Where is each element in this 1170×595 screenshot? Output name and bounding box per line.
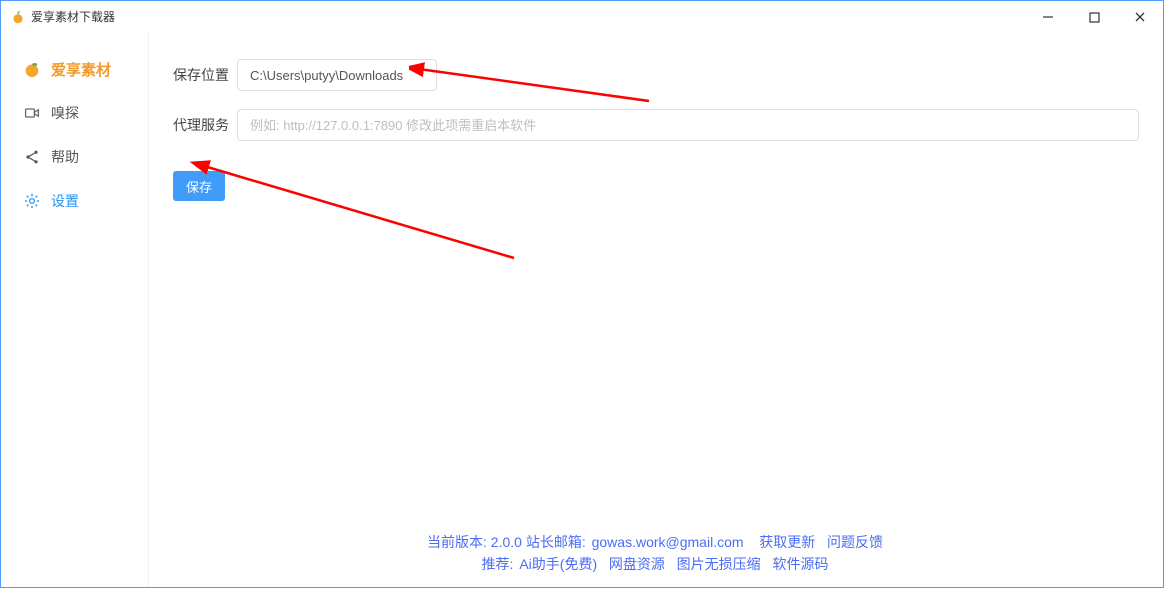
sidebar-item-label: 设置 [51, 191, 79, 211]
share-icon [23, 148, 41, 166]
sidebar-item-label: 帮助 [51, 147, 79, 167]
maximize-button[interactable] [1071, 1, 1117, 33]
footer-rec-image[interactable]: 图片无损压缩 [677, 556, 761, 572]
footer-version-label: 当前版本: [427, 534, 491, 550]
footer-email-link[interactable]: gowas.work@gmail.com [592, 534, 744, 550]
video-icon [23, 104, 41, 122]
sidebar-item-label: 嗅探 [51, 103, 79, 123]
proxy-input[interactable] [237, 109, 1139, 141]
titlebar: 爱享素材下载器 [1, 1, 1163, 33]
annotation-arrow-icon [184, 148, 524, 268]
close-button[interactable] [1117, 1, 1163, 33]
footer-recommend-label: 推荐: [482, 556, 518, 572]
footer-update-link[interactable]: 获取更新 [759, 534, 815, 550]
sidebar-item-sniff[interactable]: 嗅探 [1, 91, 148, 135]
footer-rec-ai[interactable]: Ai助手(免费) [519, 556, 597, 572]
app-window: 爱享素材下载器 爱享素材 [0, 0, 1164, 588]
save-button[interactable]: 保存 [173, 171, 225, 201]
window-controls [1025, 1, 1163, 33]
save-path-label: 保存位置 [173, 65, 237, 85]
form-row-save-path: 保存位置 C:\Users\putyy\Downloads [173, 59, 1139, 91]
settings-panel: 保存位置 C:\Users\putyy\Downloads 代理服务 保存 [149, 33, 1163, 587]
peach-icon [23, 60, 41, 78]
app-body: 爱享素材 嗅探 [1, 33, 1163, 587]
sidebar: 爱享素材 嗅探 [1, 33, 149, 587]
footer: 当前版本: 2.0.0 站长邮箱: gowas.work@gmail.com 获… [149, 531, 1163, 575]
footer-feedback-link[interactable]: 问题反馈 [827, 534, 883, 550]
sidebar-item-help[interactable]: 帮助 [1, 135, 148, 179]
sidebar-item-home[interactable]: 爱享素材 [1, 47, 148, 91]
sidebar-item-settings[interactable]: 设置 [1, 179, 148, 223]
minimize-button[interactable] [1025, 1, 1071, 33]
save-path-value: C:\Users\putyy\Downloads [250, 68, 403, 83]
footer-rec-netdisk[interactable]: 网盘资源 [609, 556, 665, 572]
footer-version: 2.0.0 [491, 534, 522, 550]
form-row-proxy: 代理服务 [173, 109, 1139, 141]
footer-email-label: 站长邮箱: [522, 534, 590, 550]
sidebar-item-label: 爱享素材 [51, 59, 111, 80]
app-title: 爱享素材下载器 [31, 8, 115, 25]
gear-icon [23, 192, 41, 210]
save-path-selector[interactable]: C:\Users\putyy\Downloads [237, 59, 437, 91]
footer-rec-source[interactable]: 软件源码 [772, 556, 828, 572]
proxy-label: 代理服务 [173, 115, 237, 135]
app-icon [11, 10, 25, 24]
